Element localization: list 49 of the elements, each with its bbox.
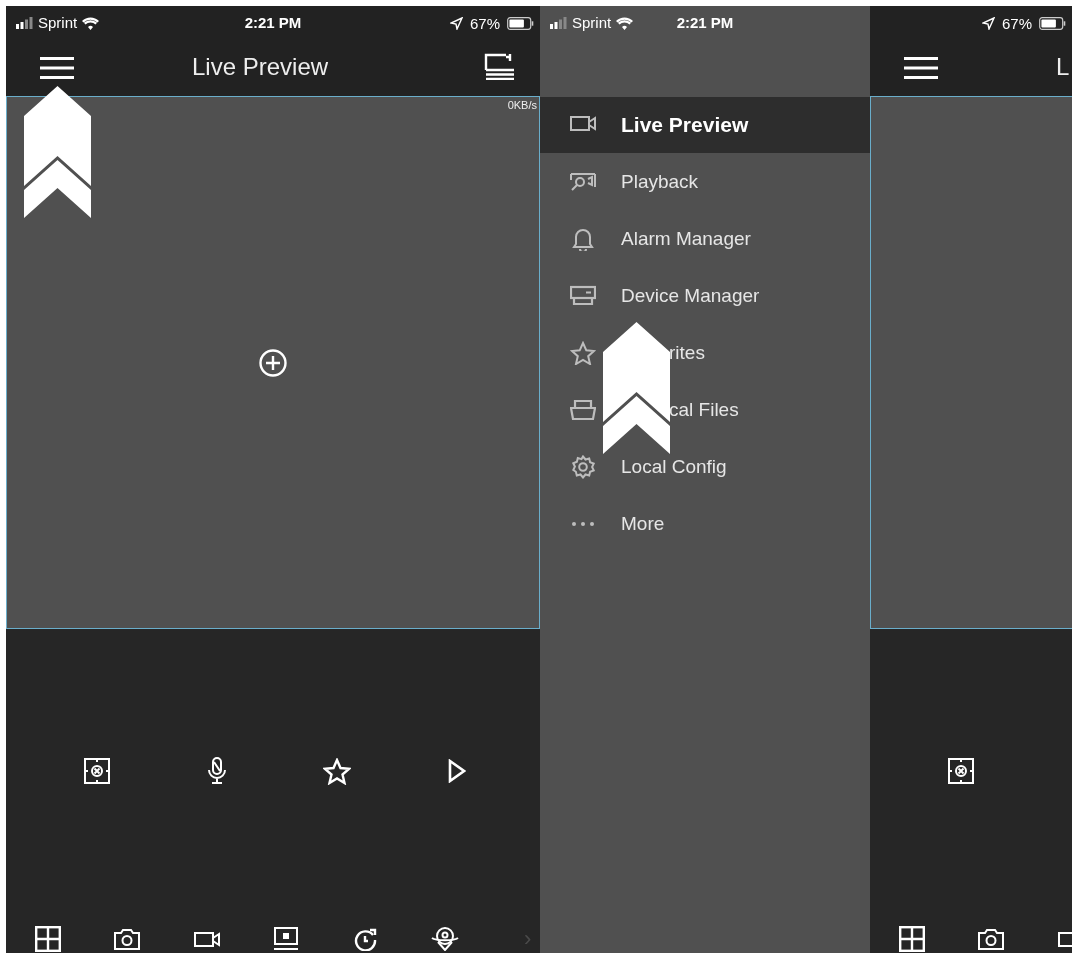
battery-icon — [507, 17, 534, 30]
bell-icon — [570, 227, 596, 251]
camera-icon[interactable] — [114, 928, 141, 950]
screen-list-icon[interactable] — [484, 52, 516, 80]
screen-title: L — [1056, 53, 1070, 81]
grid-layout-icon[interactable] — [34, 926, 61, 952]
ptz-icon[interactable] — [948, 758, 974, 784]
menu-item[interactable]: Device Manager — [540, 268, 870, 324]
battery-percent: 67% — [469, 15, 500, 32]
screen-title: Live Preview — [192, 53, 329, 81]
fisheye-icon[interactable] — [431, 927, 460, 951]
play-icon[interactable] — [448, 759, 466, 783]
carrier-name: Sprint — [38, 15, 78, 31]
menu-item[interactable]: Local Config — [540, 439, 870, 495]
battery-percent: 67% — [1001, 15, 1032, 32]
menu-icon[interactable] — [904, 57, 938, 79]
menu-item[interactable]: Live Preview — [540, 97, 870, 153]
location-icon — [449, 17, 463, 30]
wifi-icon — [616, 16, 634, 30]
grid-layout-icon[interactable] — [898, 926, 925, 952]
status-time: 2:21 PM — [244, 14, 302, 31]
menu-icon[interactable] — [40, 57, 74, 79]
menu-item[interactable]: rites — [540, 325, 870, 381]
menu-item[interactable]: More — [540, 496, 870, 552]
ptz-icon[interactable] — [84, 758, 110, 784]
video-camera-icon[interactable] — [193, 930, 220, 948]
star-icon[interactable] — [323, 757, 351, 785]
device-icon — [570, 284, 596, 308]
camera-icon[interactable] — [978, 928, 1005, 950]
signal-icon — [16, 17, 33, 29]
more-dots-icon — [572, 522, 594, 526]
menu-item[interactable]: Alarm Manager — [540, 211, 870, 267]
carrier-name: Sprint — [572, 15, 612, 31]
status-time: 2:21 PM — [676, 14, 734, 31]
add-icon[interactable] — [258, 347, 288, 378]
menu-item[interactable]: Playback — [540, 154, 870, 210]
menu-item[interactable]: cal Files — [540, 382, 870, 438]
folder-tray-icon — [570, 398, 596, 422]
replay-clock-icon[interactable] — [353, 927, 378, 951]
location-icon — [981, 17, 995, 30]
gear-icon — [570, 455, 596, 479]
star-icon — [570, 341, 596, 365]
video-pane[interactable]: 0KB/s — [6, 96, 540, 629]
monitor-icon[interactable] — [273, 927, 300, 951]
wifi-icon — [82, 16, 100, 30]
bitrate-label: 0KB/s — [507, 99, 537, 111]
microphone-icon[interactable] — [207, 757, 227, 785]
signal-icon — [550, 17, 567, 29]
battery-icon — [1039, 17, 1066, 30]
